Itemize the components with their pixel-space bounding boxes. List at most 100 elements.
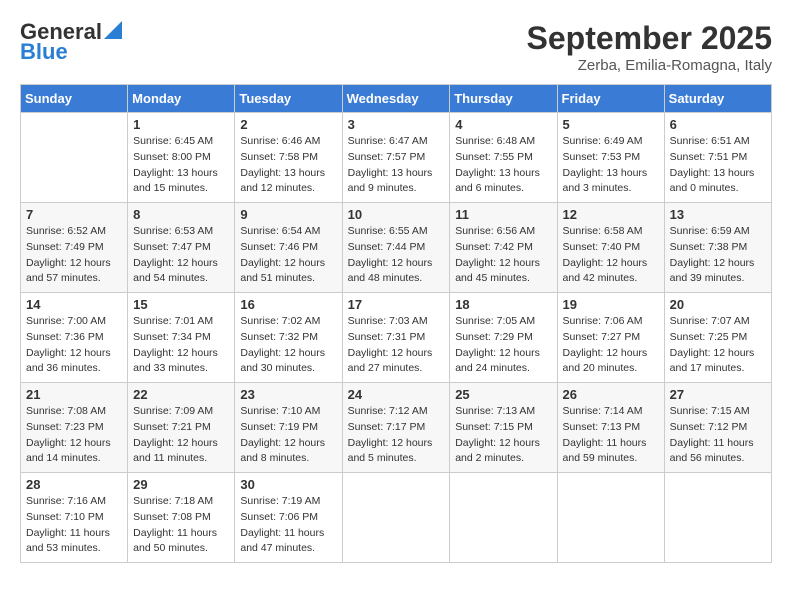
day-number: 26 [563,387,659,402]
day-number: 14 [26,297,122,312]
calendar-cell: 18 Sunrise: 7:05 AM Sunset: 7:29 PM Dayli… [450,293,557,383]
day-info: Sunrise: 6:47 AM Sunset: 7:57 PM Dayligh… [348,134,445,197]
header-sunday: Sunday [21,85,128,113]
day-number: 11 [455,207,551,222]
calendar-cell [450,473,557,563]
day-number: 24 [348,387,445,402]
logo-triangle-icon [104,21,122,39]
day-info: Sunrise: 7:15 AM Sunset: 7:12 PM Dayligh… [670,404,766,467]
day-info: Sunrise: 6:56 AM Sunset: 7:42 PM Dayligh… [455,224,551,287]
day-info: Sunrise: 6:49 AM Sunset: 7:53 PM Dayligh… [563,134,659,197]
logo: General Blue [20,20,122,64]
calendar-cell [21,113,128,203]
day-info: Sunrise: 7:06 AM Sunset: 7:27 PM Dayligh… [563,314,659,377]
day-number: 22 [133,387,229,402]
day-number: 6 [670,117,766,132]
calendar-cell: 17 Sunrise: 7:03 AM Sunset: 7:31 PM Dayli… [342,293,450,383]
calendar-cell: 3 Sunrise: 6:47 AM Sunset: 7:57 PM Daylig… [342,113,450,203]
day-info: Sunrise: 7:05 AM Sunset: 7:29 PM Dayligh… [455,314,551,377]
calendar-cell: 10Sunrise: 6:55 AM Sunset: 7:44 PM Dayli… [342,203,450,293]
day-info: Sunrise: 7:08 AM Sunset: 7:23 PM Dayligh… [26,404,122,467]
day-number: 27 [670,387,766,402]
day-number: 5 [563,117,659,132]
calendar-cell: 30 Sunrise: 7:19 AM Sunset: 7:06 PM Dayli… [235,473,342,563]
location-subtitle: Zerba, Emilia-Romagna, Italy [527,57,772,74]
calendar-cell: 14 Sunrise: 7:00 AM Sunset: 7:36 PM Dayli… [21,293,128,383]
calendar-table: SundayMondayTuesdayWednesdayThursdayFrid… [20,84,772,563]
day-number: 15 [133,297,229,312]
header-thursday: Thursday [450,85,557,113]
day-number: 28 [26,477,122,492]
day-number: 30 [240,477,336,492]
calendar-cell: 9 Sunrise: 6:54 AM Sunset: 7:46 PM Daylig… [235,203,342,293]
day-info: Sunrise: 6:52 AM Sunset: 7:49 PM Dayligh… [26,224,122,287]
day-number: 17 [348,297,445,312]
day-info: Sunrise: 6:51 AM Sunset: 7:51 PM Dayligh… [670,134,766,197]
calendar-week-3: 14 Sunrise: 7:00 AM Sunset: 7:36 PM Dayli… [21,293,772,383]
day-number: 9 [240,207,336,222]
calendar-cell: 20 Sunrise: 7:07 AM Sunset: 7:25 PM Dayli… [664,293,771,383]
month-year-title: September 2025 [527,20,772,57]
day-info: Sunrise: 6:53 AM Sunset: 7:47 PM Dayligh… [133,224,229,287]
calendar-cell: 6 Sunrise: 6:51 AM Sunset: 7:51 PM Daylig… [664,113,771,203]
calendar-cell: 5 Sunrise: 6:49 AM Sunset: 7:53 PM Daylig… [557,113,664,203]
calendar-cell: 25 Sunrise: 7:13 AM Sunset: 7:15 PM Dayli… [450,383,557,473]
page-header: General Blue September 2025 Zerba, Emili… [20,20,772,74]
calendar-cell: 24 Sunrise: 7:12 AM Sunset: 7:17 PM Dayli… [342,383,450,473]
day-info: Sunrise: 6:48 AM Sunset: 7:55 PM Dayligh… [455,134,551,197]
day-number: 20 [670,297,766,312]
header-tuesday: Tuesday [235,85,342,113]
calendar-cell: 8 Sunrise: 6:53 AM Sunset: 7:47 PM Daylig… [128,203,235,293]
day-info: Sunrise: 7:00 AM Sunset: 7:36 PM Dayligh… [26,314,122,377]
day-number: 7 [26,207,122,222]
calendar-week-1: 1Sunrise: 6:45 AM Sunset: 8:00 PM Daylig… [21,113,772,203]
calendar-cell: 11 Sunrise: 6:56 AM Sunset: 7:42 PM Dayli… [450,203,557,293]
day-info: Sunrise: 6:46 AM Sunset: 7:58 PM Dayligh… [240,134,336,197]
calendar-cell: 13 Sunrise: 6:59 AM Sunset: 7:38 PM Dayli… [664,203,771,293]
day-number: 10 [348,207,445,222]
day-number: 8 [133,207,229,222]
calendar-cell [664,473,771,563]
calendar-cell: 7 Sunrise: 6:52 AM Sunset: 7:49 PM Daylig… [21,203,128,293]
calendar-week-5: 28 Sunrise: 7:16 AM Sunset: 7:10 PM Dayli… [21,473,772,563]
day-info: Sunrise: 7:10 AM Sunset: 7:19 PM Dayligh… [240,404,336,467]
calendar-cell: 23Sunrise: 7:10 AM Sunset: 7:19 PM Dayli… [235,383,342,473]
calendar-cell: 28 Sunrise: 7:16 AM Sunset: 7:10 PM Dayli… [21,473,128,563]
day-info: Sunrise: 7:12 AM Sunset: 7:17 PM Dayligh… [348,404,445,467]
day-number: 16 [240,297,336,312]
day-number: 25 [455,387,551,402]
day-info: Sunrise: 6:58 AM Sunset: 7:40 PM Dayligh… [563,224,659,287]
calendar-cell: 1Sunrise: 6:45 AM Sunset: 8:00 PM Daylig… [128,113,235,203]
calendar-cell [342,473,450,563]
day-number: 12 [563,207,659,222]
day-info: Sunrise: 7:16 AM Sunset: 7:10 PM Dayligh… [26,494,122,557]
day-info: Sunrise: 7:07 AM Sunset: 7:25 PM Dayligh… [670,314,766,377]
day-info: Sunrise: 6:45 AM Sunset: 8:00 PM Dayligh… [133,134,229,197]
calendar-week-2: 7 Sunrise: 6:52 AM Sunset: 7:49 PM Daylig… [21,203,772,293]
header-wednesday: Wednesday [342,85,450,113]
logo-blue: Blue [20,40,122,64]
day-number: 18 [455,297,551,312]
day-info: Sunrise: 7:14 AM Sunset: 7:13 PM Dayligh… [563,404,659,467]
day-number: 3 [348,117,445,132]
header-friday: Friday [557,85,664,113]
calendar-cell [557,473,664,563]
title-area: September 2025 Zerba, Emilia-Romagna, It… [527,20,772,74]
calendar-body: 1Sunrise: 6:45 AM Sunset: 8:00 PM Daylig… [21,113,772,563]
day-info: Sunrise: 7:13 AM Sunset: 7:15 PM Dayligh… [455,404,551,467]
calendar-week-4: 21Sunrise: 7:08 AM Sunset: 7:23 PM Dayli… [21,383,772,473]
day-number: 13 [670,207,766,222]
day-info: Sunrise: 7:09 AM Sunset: 7:21 PM Dayligh… [133,404,229,467]
calendar-cell: 27 Sunrise: 7:15 AM Sunset: 7:12 PM Dayli… [664,383,771,473]
day-number: 2 [240,117,336,132]
calendar-cell: 2 Sunrise: 6:46 AM Sunset: 7:58 PM Daylig… [235,113,342,203]
day-info: Sunrise: 7:18 AM Sunset: 7:08 PM Dayligh… [133,494,229,557]
day-info: Sunrise: 7:03 AM Sunset: 7:31 PM Dayligh… [348,314,445,377]
day-info: Sunrise: 7:19 AM Sunset: 7:06 PM Dayligh… [240,494,336,557]
day-info: Sunrise: 6:59 AM Sunset: 7:38 PM Dayligh… [670,224,766,287]
calendar-cell: 15Sunrise: 7:01 AM Sunset: 7:34 PM Dayli… [128,293,235,383]
day-info: Sunrise: 6:54 AM Sunset: 7:46 PM Dayligh… [240,224,336,287]
day-number: 19 [563,297,659,312]
calendar-cell: 26 Sunrise: 7:14 AM Sunset: 7:13 PM Dayli… [557,383,664,473]
calendar-header-row: SundayMondayTuesdayWednesdayThursdayFrid… [21,85,772,113]
